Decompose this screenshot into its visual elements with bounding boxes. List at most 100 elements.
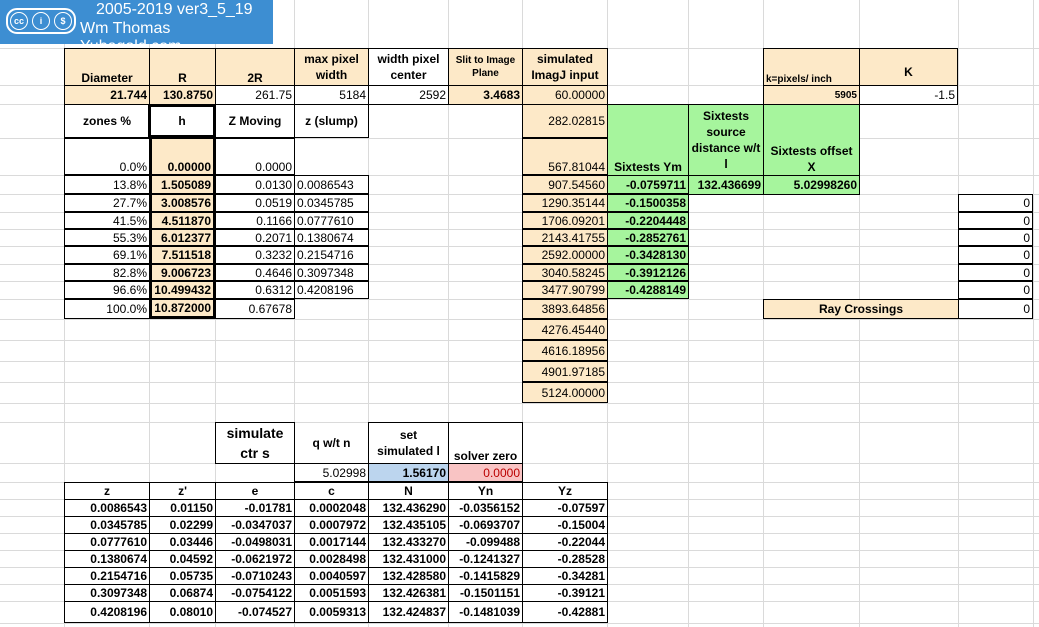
sixtests-ym-cell[interactable]: -0.2852761 [607, 229, 689, 246]
right-value-cell[interactable]: 0 [958, 194, 1033, 212]
bottom-data-cell[interactable]: -0.01781 [215, 499, 295, 517]
zone-zslump-cell[interactable]: 0.0777610 [294, 212, 369, 229]
bottom-data-cell[interactable]: -0.0754122 [215, 584, 295, 602]
slit-value[interactable]: 3.4683 [448, 85, 523, 105]
zone-zmoving-cell[interactable]: 0.4646 [215, 264, 295, 281]
zone-percent-cell[interactable]: 55.3% [64, 229, 150, 246]
zone-zmoving-cell[interactable]: 0.6312 [215, 281, 295, 299]
bottom-data-cell[interactable]: -0.28528 [522, 550, 608, 568]
simulated-cell[interactable]: 3477.90799 [522, 281, 608, 299]
bottom-data-cell[interactable]: 0.0777610 [64, 533, 150, 551]
simulated-value[interactable]: 60.00000 [522, 85, 608, 105]
bottom-data-cell[interactable]: 0.0007972 [294, 516, 369, 534]
bottom-data-cell[interactable]: -0.39121 [522, 584, 608, 602]
r-value[interactable]: 130.8750 [149, 85, 216, 105]
bottom-data-cell[interactable]: 0.4208196 [64, 601, 150, 623]
zone-percent-cell[interactable]: 100.0% [64, 299, 150, 319]
zone-zmoving-cell[interactable]: 0.0130 [215, 175, 295, 194]
simulated-cell[interactable]: 1290.35144 [522, 194, 608, 212]
bottom-data-cell[interactable]: 0.0086543 [64, 499, 150, 517]
bottom-data-cell[interactable]: 0.0345785 [64, 516, 150, 534]
bottom-header-cell[interactable]: z' [149, 482, 216, 500]
zone-h-cell[interactable]: 9.006723 [149, 264, 216, 281]
width-pixel-header[interactable]: width pixel center [368, 48, 449, 86]
sixtests-offset-value[interactable]: 5.02998260 [763, 175, 860, 195]
zone-percent-cell[interactable]: 13.8% [64, 175, 150, 194]
max-pixel-header[interactable]: max pixel width [294, 48, 369, 86]
bottom-data-cell[interactable]: 0.0059313 [294, 601, 369, 623]
bottom-data-cell[interactable]: 0.03446 [149, 533, 216, 551]
simulated-cell[interactable]: 5124.00000 [522, 382, 608, 403]
simulated-cell[interactable]: 1706.09201 [522, 212, 608, 229]
simulated-cell[interactable]: 2592.00000 [522, 246, 608, 264]
sixtests-ym-cell[interactable]: -0.1500358 [607, 194, 689, 212]
bottom-data-cell[interactable]: 0.0051593 [294, 584, 369, 602]
right-value-cell[interactable]: 0 [958, 264, 1033, 281]
zone-percent-cell[interactable]: 41.5% [64, 212, 150, 229]
h-header[interactable]: h [148, 104, 216, 138]
bottom-data-cell[interactable]: 132.424837 [368, 601, 449, 623]
zone-h-cell[interactable]: 1.505089 [149, 175, 216, 194]
bottom-data-cell[interactable]: -0.42881 [522, 601, 608, 623]
right-value-cell[interactable]: 0 [958, 229, 1033, 246]
bottom-data-cell[interactable]: -0.0621972 [215, 550, 295, 568]
bottom-data-cell[interactable]: -0.34281 [522, 567, 608, 585]
zone-h-cell[interactable]: 10.872000 [149, 299, 216, 319]
zone-zslump-cell[interactable]: 0.0086543 [294, 175, 369, 194]
r2-header[interactable]: 2R [215, 48, 295, 86]
zone-zmoving-cell[interactable]: 0.0519 [215, 194, 295, 212]
bottom-data-cell[interactable]: 0.3097348 [64, 584, 150, 602]
bottom-data-cell[interactable]: 0.0002048 [294, 499, 369, 517]
bottom-data-cell[interactable]: 0.08010 [149, 601, 216, 623]
ray-crossings-value[interactable]: 0 [958, 299, 1033, 319]
bottom-data-cell[interactable]: -0.22044 [522, 533, 608, 551]
sixtests-offset-header[interactable]: Sixtests offset X [763, 104, 860, 176]
bottom-data-cell[interactable]: 0.06874 [149, 584, 216, 602]
zone-h-cell[interactable]: 6.012377 [149, 229, 216, 246]
bottom-data-cell[interactable]: -0.0710243 [215, 567, 295, 585]
bottom-header-cell[interactable]: N [368, 482, 449, 500]
bottom-data-cell[interactable]: -0.1241327 [448, 550, 523, 568]
sixtests-ym-cell[interactable]: -0.2204448 [607, 212, 689, 229]
bottom-header-cell[interactable]: c [294, 482, 369, 500]
simulated-cell[interactable]: 3040.58245 [522, 264, 608, 281]
sixtests-distance-header[interactable]: Sixtests source distance w/t l [688, 104, 764, 176]
zone-h-cell[interactable]: 10.499432 [149, 281, 216, 299]
max-pixel-value[interactable]: 5184 [294, 85, 369, 105]
zone-percent-cell[interactable]: 96.6% [64, 281, 150, 299]
bottom-data-cell[interactable]: -0.15004 [522, 516, 608, 534]
bottom-data-cell[interactable]: 0.01150 [149, 499, 216, 517]
bottom-data-cell[interactable]: 132.436290 [368, 499, 449, 517]
bottom-data-cell[interactable]: 0.02299 [149, 516, 216, 534]
zone-percent-cell[interactable]: 82.8% [64, 264, 150, 281]
right-value-cell[interactable]: 0 [958, 246, 1033, 264]
bottom-data-cell[interactable]: 132.431000 [368, 550, 449, 568]
r2-value[interactable]: 261.75 [215, 85, 295, 105]
slit-header[interactable]: Slit to Image Plane [448, 48, 523, 86]
sixtests-distance-value[interactable]: 132.436699 [688, 175, 764, 195]
zone-h-cell[interactable]: 7.511518 [149, 246, 216, 264]
simulate-ctr-header[interactable]: simulate ctr s [215, 422, 295, 464]
zone-zmoving-cell[interactable]: 0.3232 [215, 246, 295, 264]
bottom-data-cell[interactable]: -0.1415829 [448, 567, 523, 585]
bottom-data-cell[interactable]: -0.074527 [215, 601, 295, 623]
zones-header[interactable]: zones % [64, 104, 150, 138]
k-header[interactable]: K [859, 48, 958, 86]
diameter-header[interactable]: Diameter [64, 48, 150, 86]
simulated-cell[interactable]: 4276.45440 [522, 319, 608, 340]
width-pixel-value[interactable]: 2592 [368, 85, 449, 105]
bottom-data-cell[interactable]: 132.426381 [368, 584, 449, 602]
q-wtn-value[interactable]: 5.02998 [294, 463, 369, 482]
simulated-header[interactable]: simulated ImagJ input [522, 48, 608, 86]
zone-zmoving-cell[interactable]: 0.67678 [215, 299, 295, 319]
bottom-data-cell[interactable]: -0.0347037 [215, 516, 295, 534]
bottom-data-cell[interactable]: 0.04592 [149, 550, 216, 568]
simulated-cell[interactable]: 282.02815 [522, 104, 608, 138]
bottom-data-cell[interactable]: 0.1380674 [64, 550, 150, 568]
zone-percent-cell[interactable]: 69.1% [64, 246, 150, 264]
zone-zslump-cell[interactable]: 0.0345785 [294, 194, 369, 212]
sixtests-ym-cell[interactable]: -0.3912126 [607, 264, 689, 281]
simulated-cell[interactable]: 567.81044 [522, 138, 608, 175]
bottom-data-cell[interactable]: -0.099488 [448, 533, 523, 551]
bottom-data-cell[interactable]: -0.0498031 [215, 533, 295, 551]
